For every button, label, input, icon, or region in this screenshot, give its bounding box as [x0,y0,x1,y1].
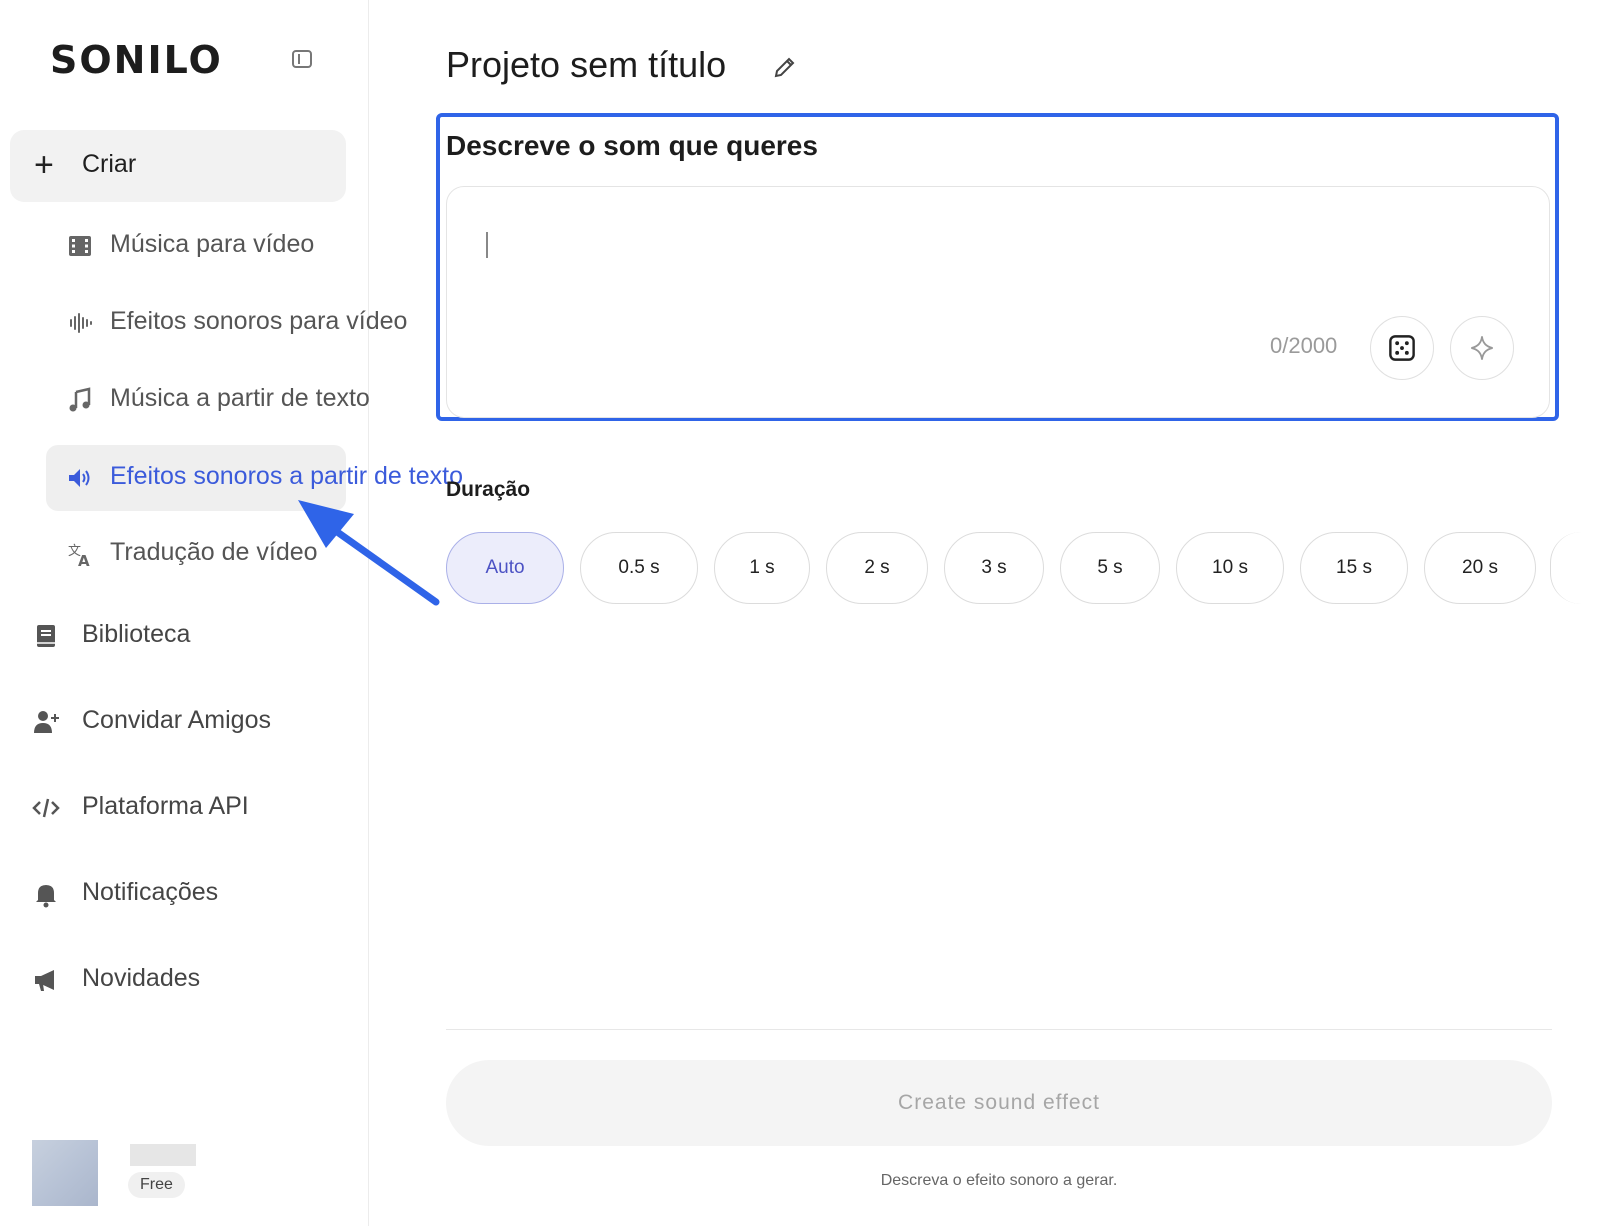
megaphone-icon [35,970,54,991]
duration-chip-10s[interactable]: 10 s [1176,532,1284,604]
sidebar-item-label: Tradução de vídeo [110,538,318,566]
app-logo[interactable]: SONILO [50,38,223,82]
sidebar-item-notificacoes[interactable]: Notificações [0,864,346,924]
add-user-icon [34,711,59,733]
enhance-prompt-button[interactable] [1450,316,1514,380]
prompt-textarea[interactable] [446,186,1550,418]
sidebar: SONILO + Criar Música para vídeo Efeitos… [0,0,463,1226]
project-title: Projeto sem título [446,44,727,85]
sidebar-item-plataforma-api[interactable]: Plataforma API [0,778,346,838]
book-icon [37,625,55,647]
duration-chip-2s[interactable]: 2 s [826,532,928,604]
prompt-heading: Descreve o som que queres [446,130,818,161]
sidebar-item-label: Notificações [82,878,219,906]
avatar [32,1140,98,1206]
sidebar-item-label: Novidades [82,964,201,992]
random-prompt-button[interactable] [1370,316,1434,380]
sidebar-item-label: Biblioteca [82,620,191,648]
create-label: Criar [82,150,137,178]
sidebar-item-label: Efeitos sonoros a partir de texto [110,462,463,490]
sidebar-item-convidar-amigos[interactable]: Convidar Amigos [0,692,346,752]
sidebar-collapse-icon[interactable] [292,50,312,68]
plus-icon: + [34,146,54,184]
duration-chip-auto[interactable]: Auto [446,532,564,604]
duration-label: Duração [446,478,531,501]
user-name-redacted [130,1144,196,1166]
helper-text: Descreva o efeito sonoro a gerar. [880,1172,1118,1189]
music-note-icon [69,387,91,412]
duration-chip-0-5s[interactable]: 0.5 s [580,532,698,604]
sparkle-icon [1471,336,1493,360]
duration-chip-20s[interactable]: 20 s [1424,532,1536,604]
sidebar-item-musica-para-video[interactable]: Música para vídeo [0,216,346,276]
sidebar-item-label: Música para vídeo [110,230,315,258]
waveform-icon [70,313,92,333]
duration-chip-3s[interactable]: 3 s [944,532,1044,604]
duration-chip-5s[interactable]: 5 s [1060,532,1160,604]
sidebar-item-biblioteca[interactable]: Biblioteca [0,606,346,666]
sidebar-item-label: Música a partir de texto [110,384,370,412]
duration-chip-overflow[interactable] [1550,532,1581,604]
pencil-icon[interactable] [772,54,798,80]
dice-icon [1389,335,1415,361]
translate-icon: 文 A [68,544,90,568]
sidebar-item-novidades[interactable]: Novidades [0,950,346,1010]
bell-icon [36,885,56,908]
code-icon [32,798,60,818]
annotation-arrow-icon [298,500,440,606]
sidebar-item-label: Efeitos sonoros para vídeo [110,307,408,335]
divider [446,1029,1552,1030]
svg-text:A: A [78,552,90,568]
plan-badge: Free [128,1172,185,1198]
create-sound-effect-button[interactable]: Create sound effect [446,1060,1552,1146]
char-counter: 0/2000 [1270,333,1338,358]
sidebar-item-label: Convidar Amigos [82,706,271,734]
speaker-icon [69,469,90,487]
sidebar-item-efeitos-sonoros-para-video[interactable]: Efeitos sonoros para vídeo [0,293,407,353]
sidebar-item-musica-a-partir-de-texto[interactable]: Música a partir de texto [0,370,370,430]
duration-chip-1s[interactable]: 1 s [714,532,810,604]
create-button[interactable]: + Criar [10,130,346,202]
text-cursor [486,232,488,258]
sidebar-item-label: Plataforma API [82,792,249,820]
duration-chip-15s[interactable]: 15 s [1300,532,1408,604]
film-icon [69,236,91,256]
